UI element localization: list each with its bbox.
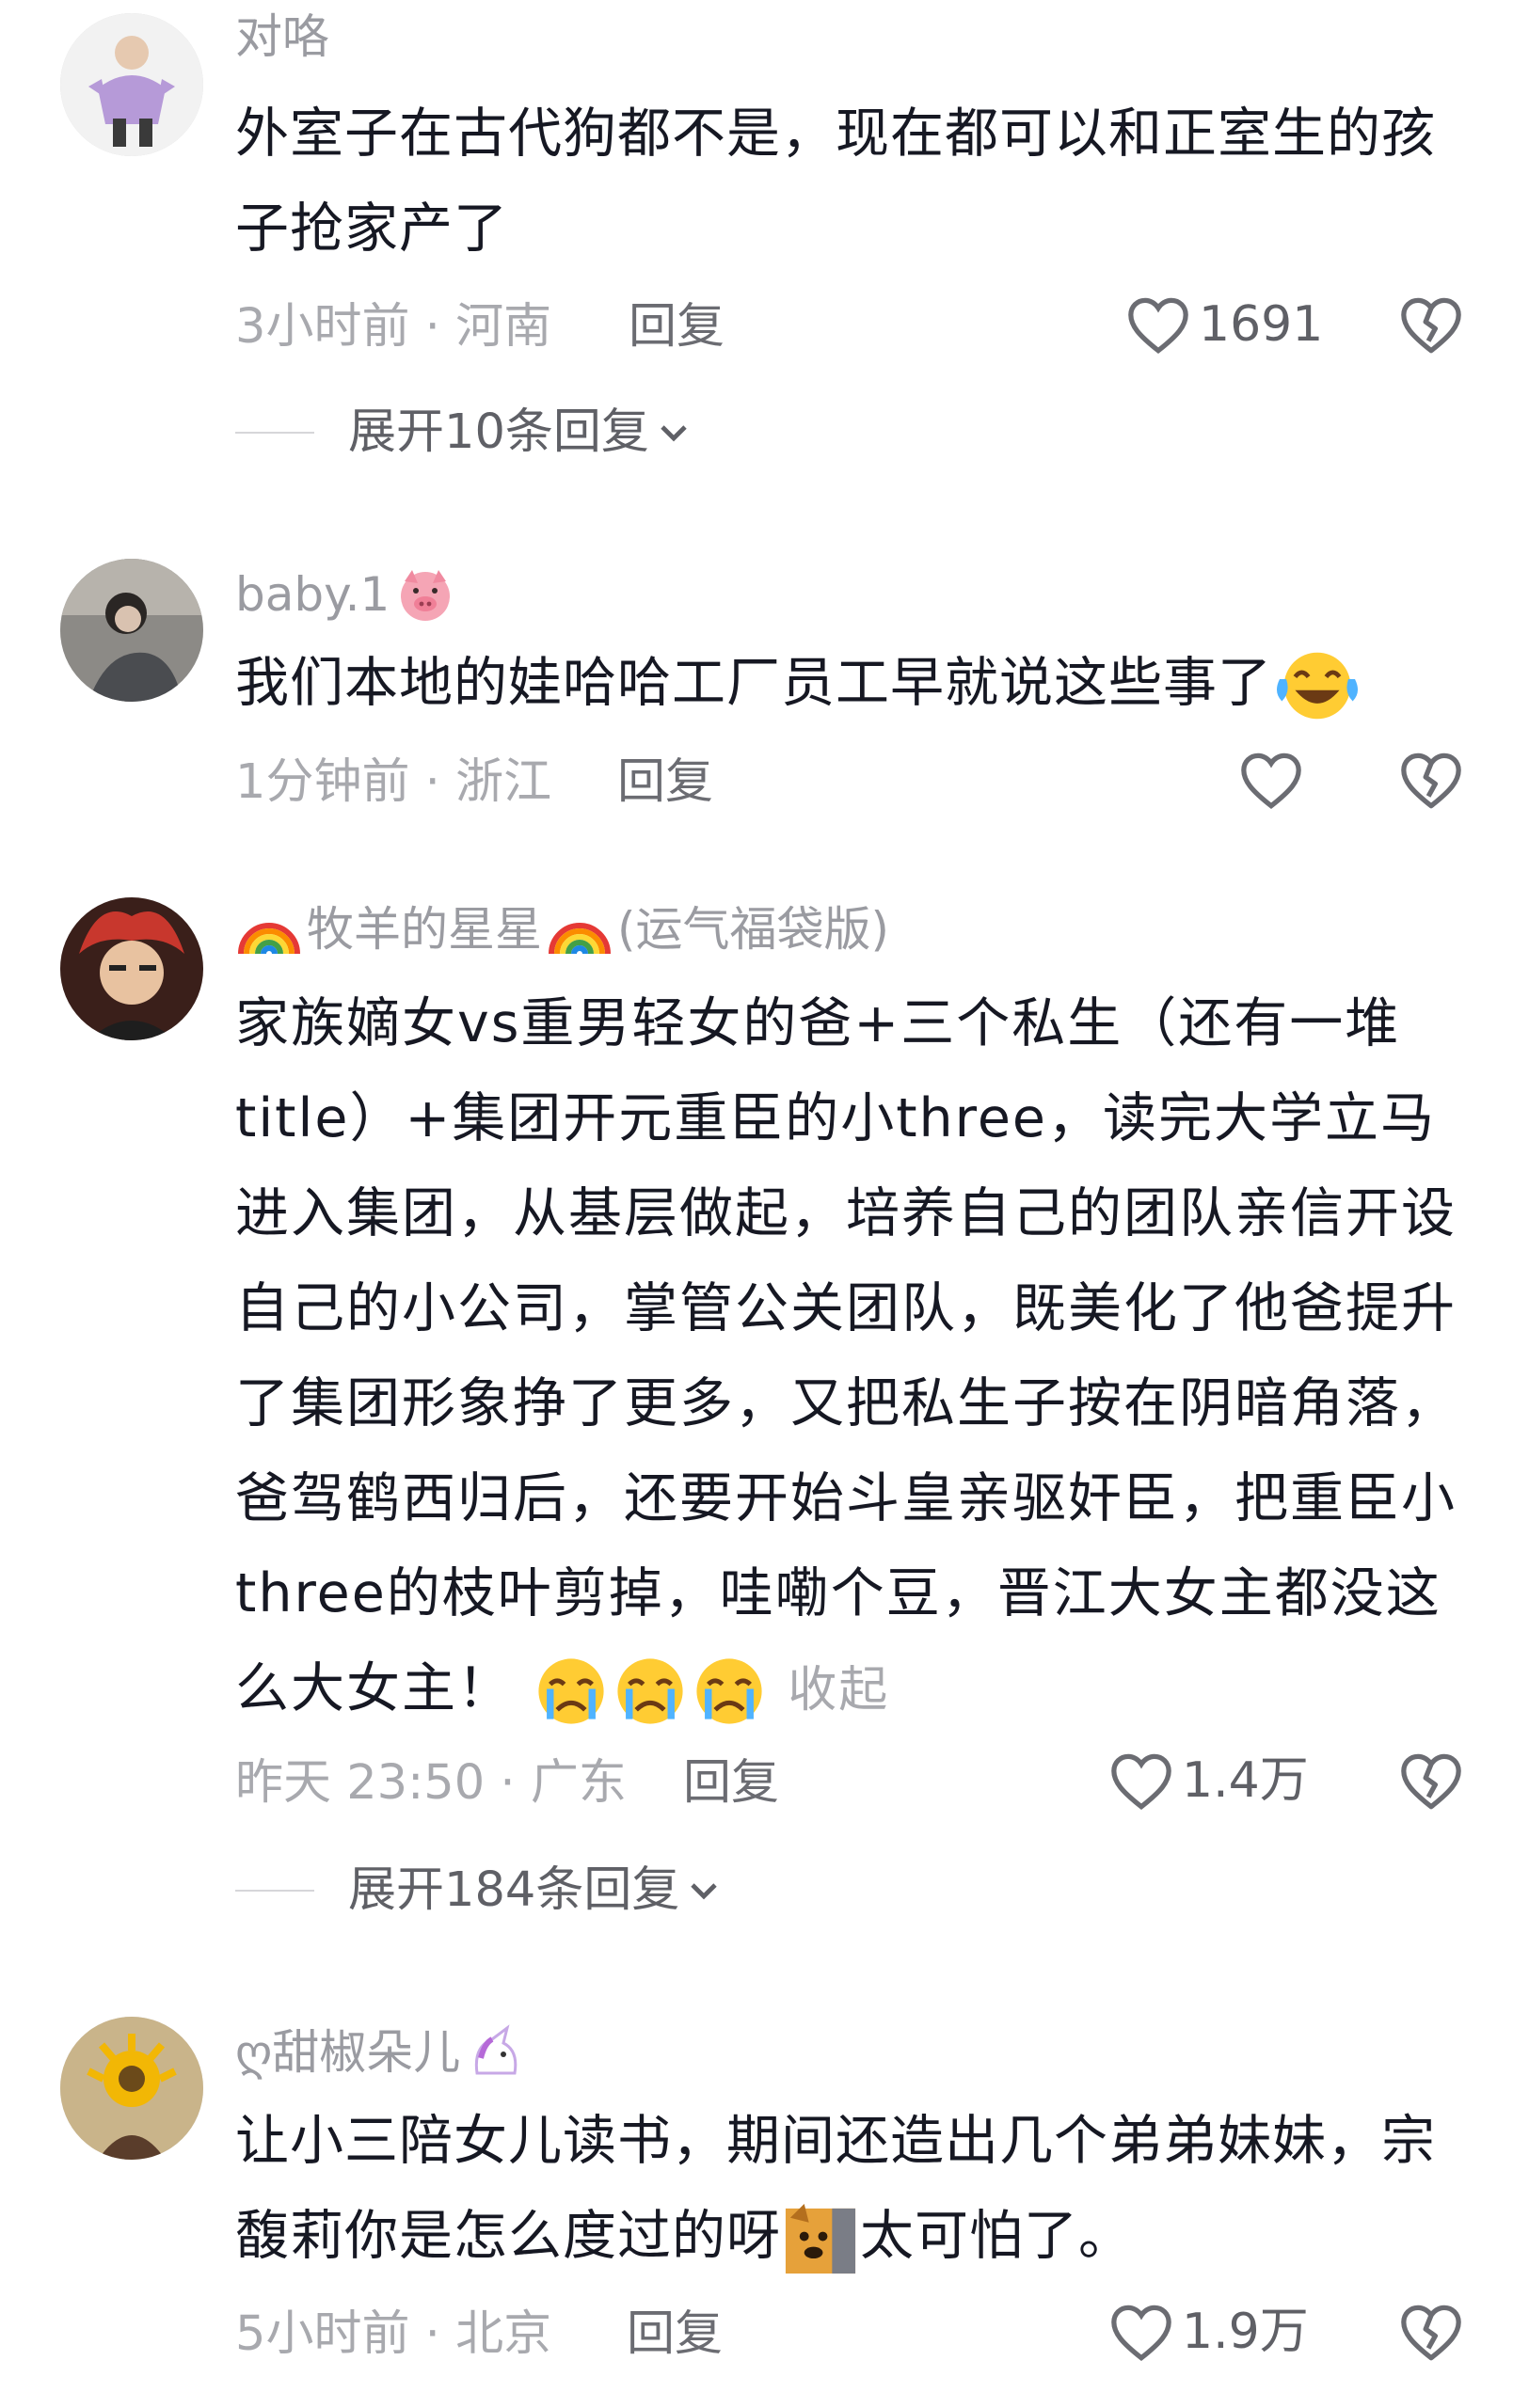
crying-face-emoji [538,1658,604,1724]
dislike-button[interactable] [1398,749,1464,815]
comment-text: 我们本地的娃哈哈工厂员工早就说这些事了 [235,636,1477,731]
dislike-button[interactable] [1398,2301,1464,2367]
comment-text-content: 我们本地的娃哈哈工厂员工早就说这些事了 [235,652,1272,714]
reply-button[interactable]: 回复 [627,2310,723,2358]
comment-text-content-end: 太可怕了。 [860,2205,1133,2267]
rainbow-emoji [549,923,611,955]
time-location: 3小时前 · 河南 [235,299,552,355]
collapse-button[interactable]: 收起 [788,1662,889,1719]
like-count: 1691 [1199,296,1324,353]
broken-heart-icon [1401,1753,1461,1810]
comment-text: 外室子在古代狗都不是，现在都可以和正室生的孩子抢家产了 [235,103,1436,260]
crying-face-emoji [696,1658,762,1724]
heart-icon [1111,2305,1171,2362]
avatar-image [60,897,203,1040]
expand-label: 展开184条回复 [348,1862,680,1918]
reply-button[interactable]: 回复 [683,1759,779,1807]
reply-button[interactable]: 回复 [617,758,713,806]
divider [235,431,314,434]
expand-replies-button[interactable]: 展开184条回复 [235,1866,723,1914]
avatar[interactable] [60,2017,203,2160]
avatar-image [60,2017,203,2160]
like-count: 1.4万 [1182,1752,1309,1809]
comment-text: 让小三陪女儿读书，期间还造出几个弟弟妹妹，宗馥莉你是怎么度过的呀 太可怕了。 [235,2094,1477,2284]
time-location: 昨天 23:50 · 广东 [235,1755,627,1811]
expand-label: 展开10条回复 [348,404,649,460]
comment-text-content: 家族嫡女vs重男轻女的爸+三个私生（还有一堆title）+集团开元重臣的小thr… [235,992,1457,1719]
username[interactable]: ღ甜椒朵儿 [235,2024,526,2081]
chevron-down-icon [661,424,687,441]
broken-heart-icon [1401,297,1461,354]
broken-heart-icon [1401,2305,1461,2361]
laughing-tears-emoji [1276,653,1359,720]
username-text: ღ甜椒朵儿 [235,2025,461,2080]
avatar-image [60,13,203,156]
like-count: 1.9万 [1182,2304,1309,2360]
crying-face-emoji [617,1658,683,1724]
rainbow-emoji [238,923,300,955]
like-button[interactable]: 1691 [1125,293,1323,356]
avatar[interactable] [60,559,203,702]
dog-peeking-emoji [785,2204,856,2274]
username[interactable]: 牧羊的星星 (运气福袋版) [235,901,889,958]
pig-face-emoji [401,570,451,621]
like-button[interactable]: 1.9万 [1108,2301,1309,2363]
divider [235,1889,314,1892]
username[interactable]: 对咯 [235,13,329,60]
avatar[interactable] [60,13,203,156]
dislike-button[interactable] [1398,1750,1464,1815]
comment-text: 家族嫡女vs重男轻女的爸+三个私生（还有一堆title）+集团开元重臣的小thr… [235,976,1477,1738]
broken-heart-icon [1401,752,1461,809]
avatar-image [60,559,203,702]
avatar[interactable] [60,897,203,1040]
heart-icon [1111,1753,1171,1811]
username[interactable]: baby.1 [235,566,455,623]
like-button[interactable]: 1.4万 [1108,1750,1309,1812]
username-suffix: (运气福袋版) [617,902,890,957]
time-location: 5小时前 · 北京 [235,2306,552,2362]
like-button[interactable] [1238,749,1312,811]
unicorn-emoji [475,2024,518,2075]
chevron-down-icon [691,1882,718,1899]
heart-icon [1128,297,1188,355]
reply-button[interactable]: 回复 [629,303,725,351]
username-text: 牧羊的星星 [307,902,542,957]
dislike-button[interactable] [1398,293,1464,359]
time-location: 1分钟前 · 浙江 [235,754,552,810]
heart-icon [1241,752,1301,810]
expand-replies-button[interactable]: 展开10条回复 [235,408,693,456]
username-text: baby.1 [235,567,390,622]
